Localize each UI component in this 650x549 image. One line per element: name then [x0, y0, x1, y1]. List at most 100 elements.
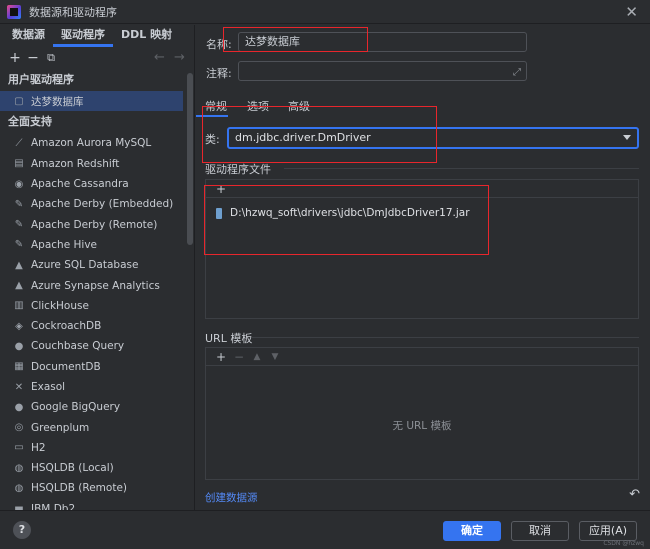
tab-general[interactable]: 常规 — [205, 98, 227, 114]
remove-url-template-button[interactable]: − — [230, 350, 248, 364]
driver-item[interactable]: ▭ H2 — [0, 438, 194, 458]
title-bar: 数据源和驱动程序 ✕ — [0, 0, 650, 24]
driver-icon: ✎ — [14, 239, 24, 251]
add-url-template-button[interactable]: + — [212, 350, 230, 364]
chevron-down-icon — [623, 135, 631, 140]
driver-item[interactable]: ◈ CockroachDB — [0, 316, 194, 336]
driver-icon: ▥ — [14, 300, 24, 312]
driver-list: ⟋ Amazon Aurora MySQL ▤ Amazon Redshift ◉ Apa… — [0, 133, 194, 510]
driver-icon: ✎ — [14, 198, 24, 210]
forward-arrow-icon[interactable]: → — [174, 50, 185, 65]
create-datasource-link[interactable]: 创建数据源 — [205, 490, 258, 505]
driver-files-panel: + D:\hzwq_soft\drivers\jdbc\DmJdbcDriver… — [205, 179, 639, 319]
driver-icon: ▲ — [15, 280, 23, 292]
driver-item[interactable]: ▲ Azure Synapse Analytics — [0, 275, 194, 295]
name-field[interactable]: 达梦数据库 — [238, 32, 527, 52]
driver-icon: ◍ — [14, 482, 24, 494]
driver-item[interactable]: ▲ Azure SQL Database — [0, 255, 194, 275]
driver-item[interactable]: ◍ HSQLDB (Local) — [0, 458, 194, 478]
driver-label: DocumentDB — [31, 360, 101, 373]
driver-label: Greenplum — [31, 421, 90, 434]
driver-file-row[interactable]: D:\hzwq_soft\drivers\jdbc\DmJdbcDriver17… — [216, 207, 470, 219]
duplicate-driver-button[interactable]: ⧉ — [42, 51, 60, 65]
class-label: 类: — [205, 133, 220, 146]
driver-settings-pane: 名称: 达梦数据库 注释: ⤢ 常规 选项 高级 类: dm.jdbc.driv… — [196, 25, 650, 510]
driver-label: H2 — [31, 441, 46, 454]
driver-icon: ▭ — [14, 442, 24, 454]
driver-label: HSQLDB (Remote) — [31, 482, 128, 495]
tab-ddl-mappings[interactable]: DDL 映射 — [113, 26, 180, 47]
driver-item[interactable]: ◎ Greenplum — [0, 417, 194, 437]
driver-item[interactable]: ▬ IBM Db2 — [0, 499, 194, 510]
driver-item[interactable]: ◍ HSQLDB (Remote) — [0, 478, 194, 498]
driver-icon: ◈ — [15, 320, 23, 332]
driver-label: Azure SQL Database — [31, 259, 139, 272]
back-arrow-icon[interactable]: ← — [154, 50, 165, 65]
window-title: 数据源和驱动程序 — [29, 5, 117, 19]
driver-icon: ◉ — [14, 178, 24, 190]
help-icon[interactable]: ? — [13, 521, 31, 539]
jar-file-icon — [216, 207, 222, 219]
driver-item[interactable]: ● Google BigQuery — [0, 397, 194, 417]
undo-icon[interactable]: ↶ — [629, 487, 640, 502]
driver-files-header: 驱动程序文件 — [205, 163, 271, 176]
driver-file-path: D:\hzwq_soft\drivers\jdbc\DmJdbcDriver17… — [230, 207, 470, 219]
driver-item[interactable]: ⟋ Amazon Aurora MySQL — [0, 133, 194, 153]
driver-list-scrollbar[interactable] — [187, 73, 193, 245]
url-templates-panel: + − ▲ ▼ 无 URL 模板 — [205, 347, 639, 480]
ok-button[interactable]: 确定 — [443, 521, 501, 541]
left-pane: 数据源 驱动程序 DDL 映射 + − ⧉ ← → 用户驱动程序 ▢ 达梦数据库… — [0, 25, 195, 510]
remove-driver-button[interactable]: − — [24, 50, 42, 66]
expand-icon[interactable]: ⤢ — [513, 64, 521, 82]
driver-item[interactable]: ✎ Apache Derby (Remote) — [0, 214, 194, 234]
move-up-icon[interactable]: ▲ — [248, 352, 266, 362]
app-logo-icon — [7, 4, 21, 19]
driver-label: HSQLDB (Local) — [31, 462, 114, 475]
driver-label: Couchbase Query — [31, 340, 125, 353]
driver-label: Apache Derby (Embedded) — [31, 198, 174, 211]
driver-label: 达梦数据库 — [31, 95, 84, 108]
driver-item-dameng[interactable]: ▢ 达梦数据库 — [0, 91, 183, 112]
add-driver-file-button[interactable]: + — [212, 182, 230, 196]
driver-item[interactable]: ● Couchbase Query — [0, 336, 194, 356]
tab-drivers[interactable]: 驱动程序 — [53, 26, 113, 47]
driver-item[interactable]: ✎ Apache Hive — [0, 235, 194, 255]
driver-label: IBM Db2 — [31, 502, 76, 510]
driver-item[interactable]: ▦ DocumentDB — [0, 357, 194, 377]
url-templates-divider — [252, 337, 639, 338]
driver-item[interactable]: ✕ Exasol — [0, 377, 194, 397]
complete-support-header: 全面支持 — [8, 115, 52, 129]
active-tab-indicator — [196, 115, 228, 117]
name-label: 名称: — [206, 38, 232, 51]
driver-files-divider — [284, 168, 639, 169]
comment-field[interactable]: ⤢ — [238, 61, 527, 81]
user-drivers-header: 用户驱动程序 — [8, 73, 74, 86]
driver-item[interactable]: ▤ Amazon Redshift — [0, 154, 194, 174]
driver-label: Apache Derby (Remote) — [31, 218, 158, 231]
tab-advanced[interactable]: 高级 — [288, 98, 310, 114]
url-templates-toolbar: + − ▲ ▼ — [206, 348, 638, 366]
driver-label: ClickHouse — [31, 299, 89, 312]
driver-icon: ● — [14, 401, 24, 413]
move-down-icon[interactable]: ▼ — [266, 352, 284, 362]
driver-item[interactable]: ◉ Apache Cassandra — [0, 174, 194, 194]
driver-class-value: dm.jdbc.driver.DmDriver — [235, 131, 371, 144]
driver-icon: ▤ — [14, 158, 24, 170]
driver-item[interactable]: ▥ ClickHouse — [0, 296, 194, 316]
driver-icon: ✎ — [14, 219, 24, 231]
url-templates-empty-text: 无 URL 模板 — [392, 420, 452, 432]
driver-class-select[interactable]: dm.jdbc.driver.DmDriver — [227, 127, 639, 149]
driver-icon: ● — [14, 340, 24, 352]
driver-icon: ▦ — [14, 361, 24, 373]
apply-button[interactable]: 应用(A) — [579, 521, 637, 541]
driver-icon: ✕ — [14, 381, 24, 393]
driver-label: CockroachDB — [31, 320, 102, 333]
tab-options[interactable]: 选项 — [247, 98, 269, 114]
driver-item[interactable]: ✎ Apache Derby (Embedded) — [0, 194, 194, 214]
cancel-button[interactable]: 取消 — [511, 521, 569, 541]
add-driver-button[interactable]: + — [6, 50, 24, 66]
close-icon[interactable]: ✕ — [625, 3, 638, 21]
tab-datasources[interactable]: 数据源 — [4, 26, 53, 47]
driver-files-toolbar: + — [206, 180, 638, 198]
url-templates-header: URL 模板 — [205, 332, 253, 345]
